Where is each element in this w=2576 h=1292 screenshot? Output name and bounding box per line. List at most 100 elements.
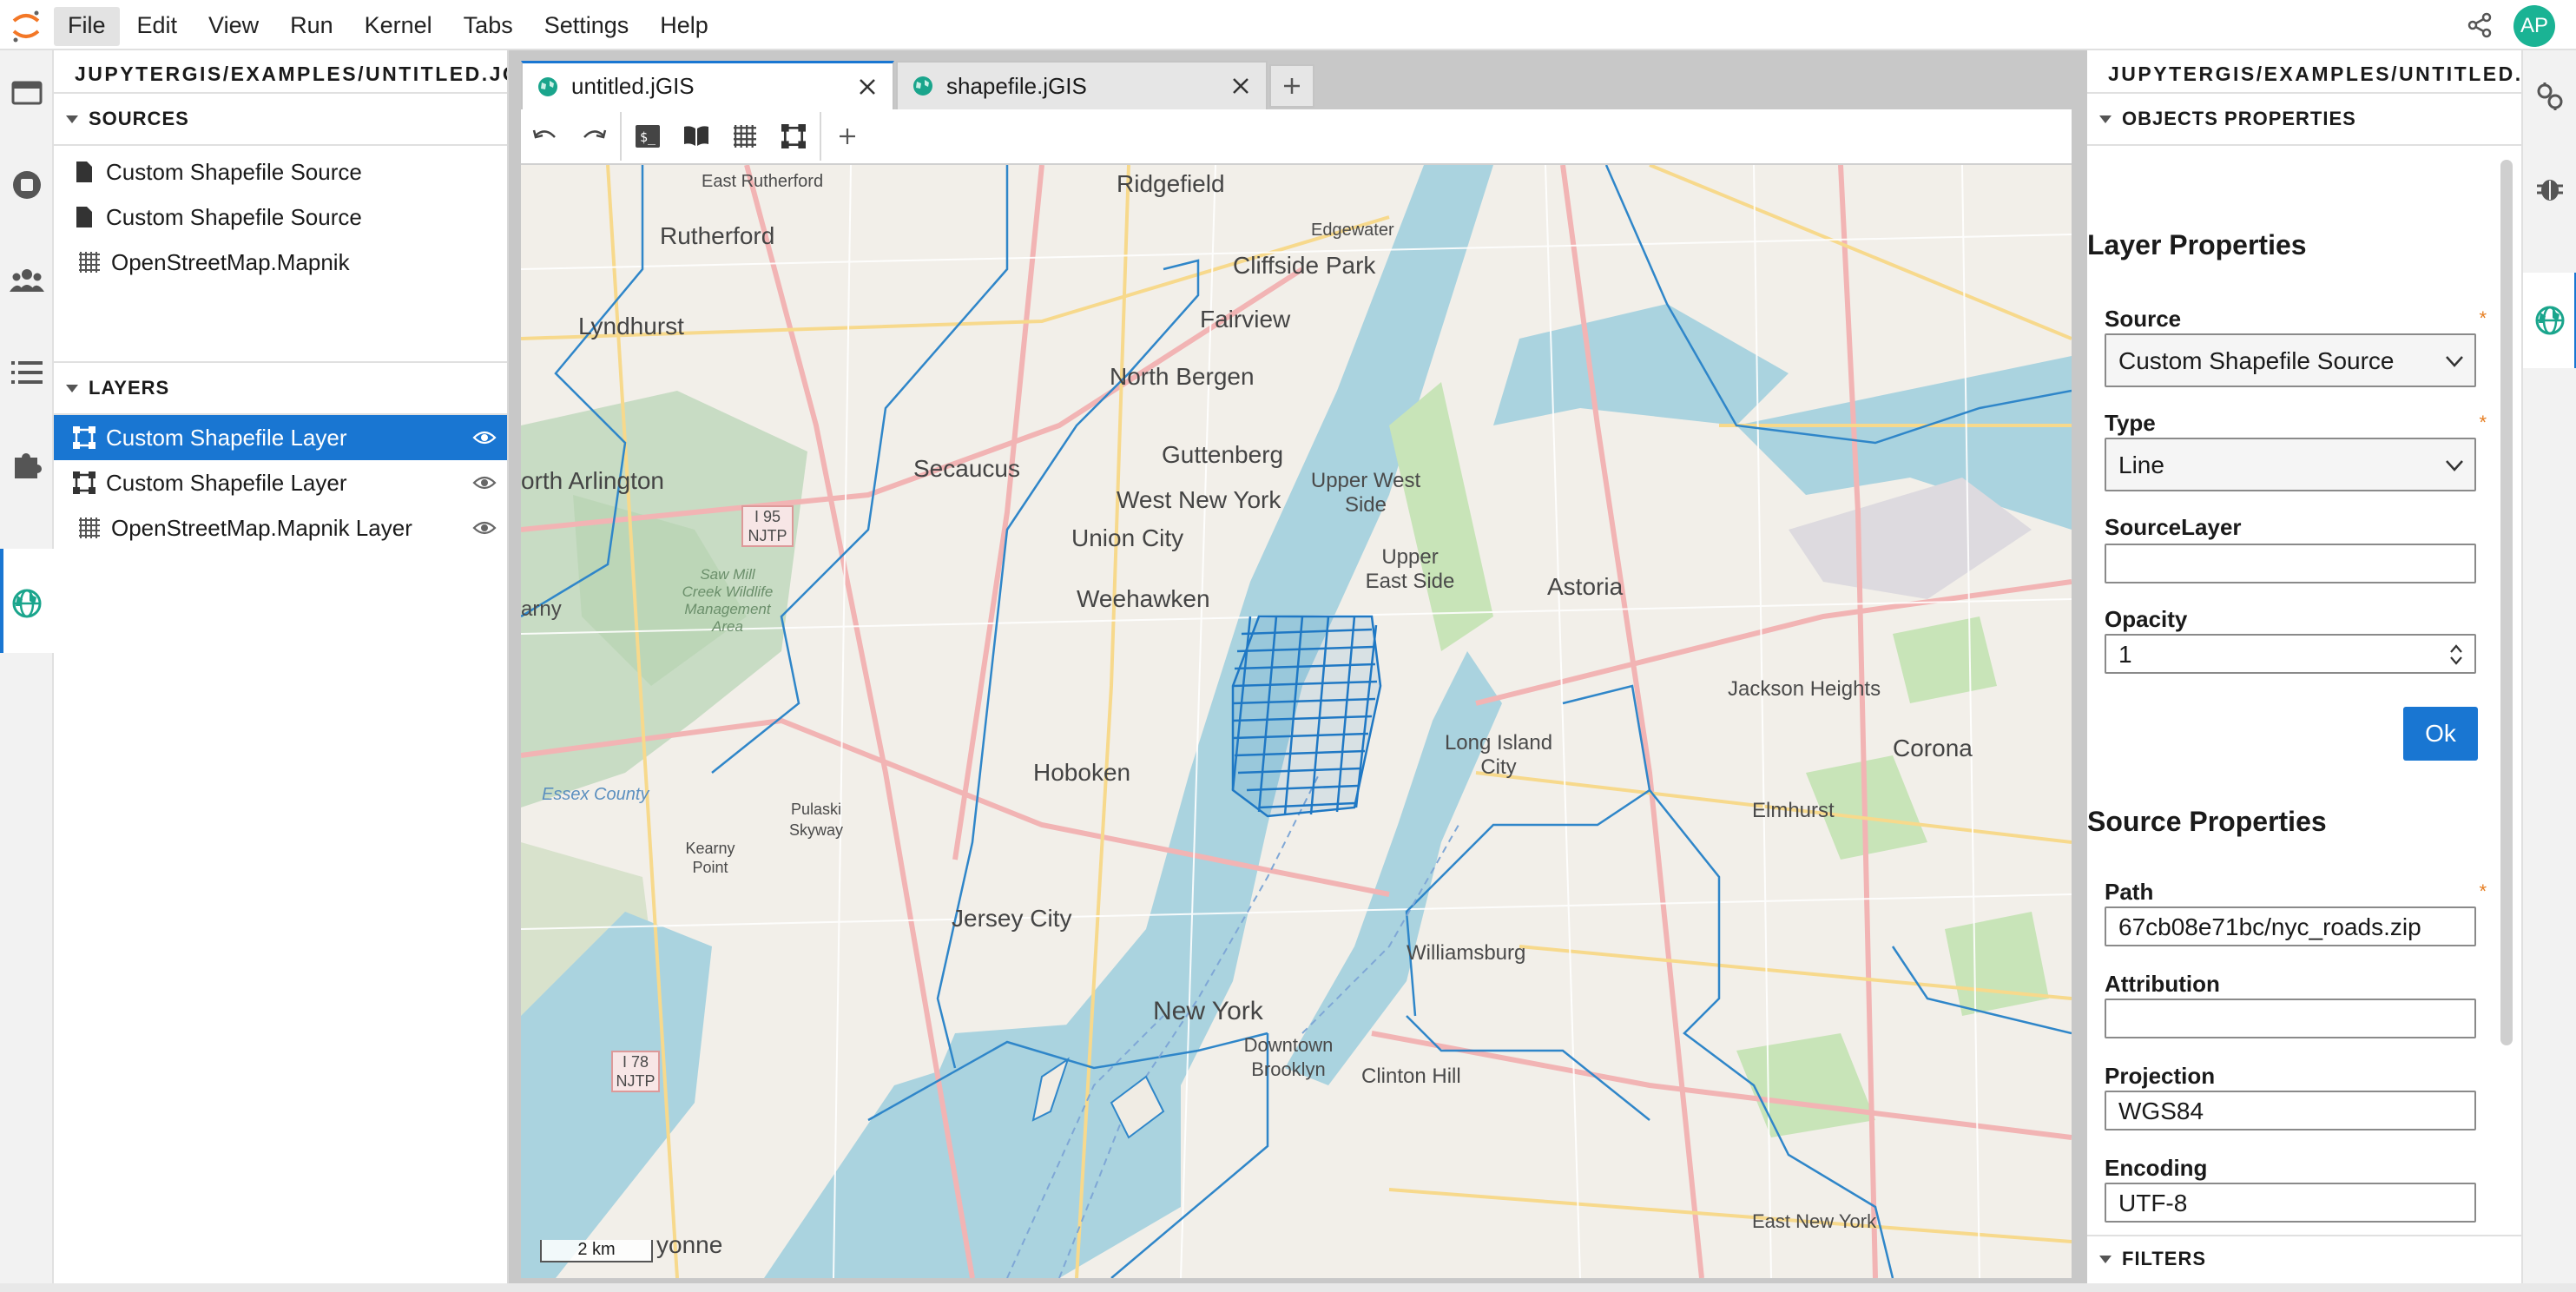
collaborators-icon[interactable] xyxy=(5,259,49,302)
map-label: Clinton Hill xyxy=(1361,1065,1461,1088)
menu-help[interactable]: Help xyxy=(646,7,722,46)
filters-header[interactable]: FILTERS xyxy=(2087,1235,2521,1282)
layer-item[interactable]: Custom Shapefile Layer xyxy=(54,460,507,505)
undo-button[interactable] xyxy=(521,112,570,161)
source-label: Source xyxy=(2105,306,2182,332)
sourcelayer-label: SourceLayer xyxy=(2105,514,2242,540)
caret-down-icon xyxy=(66,384,78,392)
opacity-input[interactable]: 1 xyxy=(2105,634,2476,674)
share-icon[interactable] xyxy=(2467,12,2493,38)
ok-button[interactable]: Ok xyxy=(2403,707,2478,761)
menu-view[interactable]: View xyxy=(194,7,273,46)
source-item-label: OpenStreetMap.Mapnik xyxy=(111,248,350,275)
main-area: untitled.jGIS shapefile.jGIS $_ East Rut… xyxy=(509,50,2087,1292)
open-console-button[interactable]: $_ xyxy=(623,112,672,161)
layer-item[interactable]: Custom Shapefile Layer xyxy=(54,415,507,460)
source-item[interactable]: Custom Shapefile Source xyxy=(54,194,507,240)
map-canvas[interactable]: East Rutherford Ridgefield Rutherford Ed… xyxy=(521,165,2072,1278)
property-inspector-icon[interactable] xyxy=(2530,76,2570,116)
redo-icon xyxy=(583,129,607,139)
layers-header[interactable]: LAYERS xyxy=(54,363,507,415)
map-label: Long Island City xyxy=(1444,731,1553,779)
eye-icon[interactable] xyxy=(472,427,497,448)
open-docs-button[interactable] xyxy=(672,112,721,161)
map-toolbar: $_ xyxy=(521,109,2072,165)
add-vector-layer-button[interactable] xyxy=(769,112,818,161)
running-icon[interactable] xyxy=(5,163,49,207)
projection-field[interactable]: WGS84 xyxy=(2105,1091,2476,1130)
tab-untitled[interactable]: untitled.jGIS xyxy=(521,61,894,109)
close-icon[interactable] xyxy=(858,77,877,96)
path-label: Path xyxy=(2105,879,2154,905)
opacity-value: 1 xyxy=(2118,641,2132,668)
map-label: Cliffside Park xyxy=(1233,252,1376,279)
status-bar xyxy=(0,1283,2576,1292)
vector-layer-icon xyxy=(781,124,806,148)
map-label: North Bergen xyxy=(1110,363,1255,390)
new-tab-button[interactable] xyxy=(1269,64,1314,108)
sources-header[interactable]: SOURCES xyxy=(54,94,507,146)
type-select-value: Line xyxy=(2118,452,2164,478)
map-label: Elmhurst xyxy=(1752,799,1835,822)
toolbar-separator xyxy=(620,112,622,161)
scrollbar[interactable] xyxy=(2500,160,2513,1045)
menu-settings[interactable]: Settings xyxy=(530,7,643,46)
source-item[interactable]: OpenStreetMap.Mapnik xyxy=(54,240,507,285)
chevron-down-icon xyxy=(2446,460,2463,471)
required-mark: * xyxy=(2479,412,2487,433)
undo-icon xyxy=(532,129,556,139)
user-avatar[interactable]: AP xyxy=(2513,5,2555,47)
extensions-icon[interactable] xyxy=(5,443,49,486)
eye-icon[interactable] xyxy=(472,472,497,493)
map-label: West New York xyxy=(1117,486,1281,513)
map-label: arny xyxy=(521,597,562,621)
menu-edit[interactable]: Edit xyxy=(123,7,192,46)
source-item-label: Custom Shapefile Source xyxy=(106,158,362,185)
toc-icon[interactable] xyxy=(5,351,49,394)
vector-icon xyxy=(73,471,96,494)
close-icon[interactable] xyxy=(1231,76,1250,96)
tab-bar: untitled.jGIS shapefile.jGIS xyxy=(521,61,1314,109)
objects-properties-label: OBJECTS PROPERTIES xyxy=(2122,108,2356,129)
spinner-icon[interactable] xyxy=(2448,643,2464,667)
sourcelayer-field[interactable] xyxy=(2105,544,2476,583)
raster-icon xyxy=(78,517,101,539)
menu-file[interactable]: File xyxy=(54,7,120,46)
map-label: Union City xyxy=(1071,524,1184,551)
file-icon xyxy=(73,161,96,183)
objects-properties-header[interactable]: OBJECTS PROPERTIES xyxy=(2087,94,2521,146)
redo-button[interactable] xyxy=(570,112,618,161)
folder-icon[interactable] xyxy=(5,71,49,115)
toolbar-separator xyxy=(820,112,821,161)
panel-path: JUPYTERGIS/EXAMPLES/UNTITLED.JGIS xyxy=(54,50,507,94)
layer-item[interactable]: OpenStreetMap.Mapnik Layer xyxy=(54,505,507,550)
map-label: Jersey City xyxy=(952,905,1072,932)
layer-item-label: OpenStreetMap.Mapnik Layer xyxy=(111,514,412,541)
menu-tabs[interactable]: Tabs xyxy=(450,7,527,46)
menu-run[interactable]: Run xyxy=(276,7,347,46)
debugger-icon[interactable] xyxy=(2530,168,2570,208)
map-label: Hoboken xyxy=(1033,759,1131,786)
layers-header-label: LAYERS xyxy=(89,377,170,399)
attribution-field[interactable] xyxy=(2105,999,2476,1038)
encoding-field[interactable]: UTF-8 xyxy=(2105,1183,2476,1223)
source-select-value: Custom Shapefile Source xyxy=(2118,347,2395,374)
menu-kernel[interactable]: Kernel xyxy=(351,7,446,46)
jgis-properties-icon[interactable] xyxy=(2530,300,2570,340)
add-raster-layer-button[interactable] xyxy=(721,112,769,161)
eye-icon[interactable] xyxy=(472,517,497,538)
opacity-label: Opacity xyxy=(2105,606,2188,632)
map-label: orth Arlington xyxy=(521,467,664,494)
source-item[interactable]: Custom Shapefile Source xyxy=(54,149,507,194)
tab-shapefile[interactable]: shapefile.jGIS xyxy=(896,61,1268,109)
map-label: Ridgefield xyxy=(1117,170,1225,197)
add-button[interactable] xyxy=(823,112,872,161)
type-select[interactable]: Line xyxy=(2105,438,2476,491)
layer-item-label: Custom Shapefile Layer xyxy=(106,469,347,496)
source-select[interactable]: Custom Shapefile Source xyxy=(2105,333,2476,387)
layer-properties-title: Layer Properties xyxy=(2087,229,2307,260)
shapefile-roads-layer xyxy=(1231,615,1382,818)
path-field[interactable]: 67cb08e71bc/nyc_roads.zip xyxy=(2105,906,2476,946)
jgis-icon[interactable] xyxy=(5,582,49,625)
layers-panel: JUPYTERGIS/EXAMPLES/UNTITLED.JGIS SOURCE… xyxy=(54,50,509,1292)
